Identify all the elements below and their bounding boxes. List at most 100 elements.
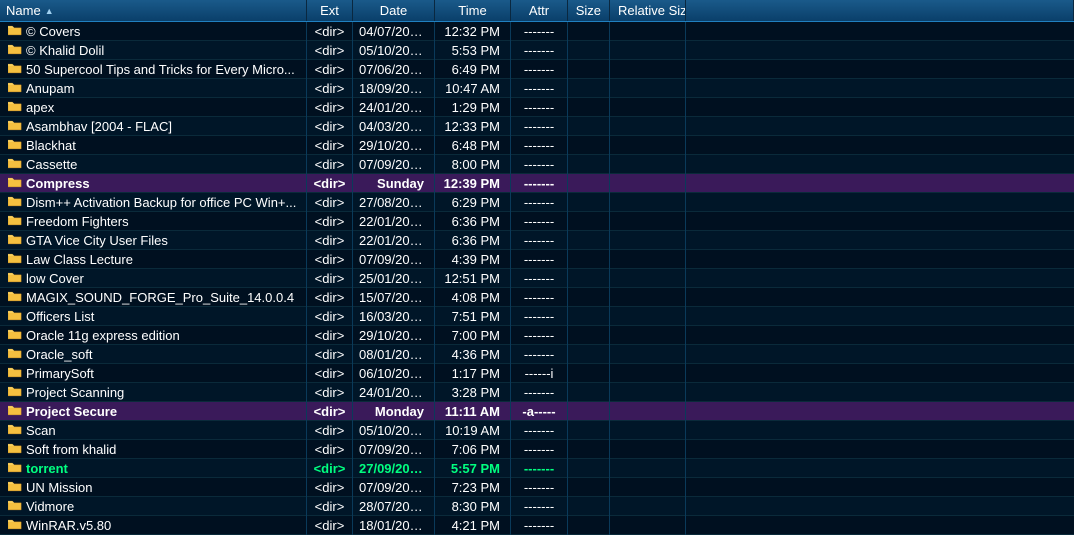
header-name-label: Name xyxy=(6,3,41,18)
table-row[interactable]: Oracle 11g express edition<dir>29/10/202… xyxy=(0,326,1074,345)
cell-date: 22/01/2021 xyxy=(353,231,435,250)
header-attr[interactable]: Attr xyxy=(511,0,568,21)
folder-icon xyxy=(8,195,26,210)
cell-ext: <dir> xyxy=(307,41,353,60)
file-name-label: UN Mission xyxy=(26,480,92,495)
folder-icon xyxy=(8,328,26,343)
cell-attr: -a----- xyxy=(511,402,568,421)
table-row[interactable]: Vidmore<dir>28/07/20218:30 PM------- xyxy=(0,497,1074,516)
file-name-label: Oracle_soft xyxy=(26,347,92,362)
header-size[interactable]: Size xyxy=(568,0,610,21)
cell-name: PrimarySoft xyxy=(0,364,307,383)
table-row[interactable]: apex<dir>24/01/20211:29 PM------- xyxy=(0,98,1074,117)
cell-name: Vidmore xyxy=(0,497,307,516)
table-row[interactable]: GTA Vice City User Files<dir>22/01/20216… xyxy=(0,231,1074,250)
table-row[interactable]: Project Secure<dir>Monday11:11 AM-a----- xyxy=(0,402,1074,421)
table-row[interactable]: Blackhat<dir>29/10/20206:48 PM------- xyxy=(0,136,1074,155)
table-row[interactable]: Dism++ Activation Backup for office PC W… xyxy=(0,193,1074,212)
table-row[interactable]: Oracle_soft<dir>08/01/20194:36 PM------- xyxy=(0,345,1074,364)
cell-relsize xyxy=(610,523,686,527)
header-date[interactable]: Date xyxy=(353,0,435,21)
cell-relsize xyxy=(610,504,686,508)
cell-name: low Cover xyxy=(0,269,307,288)
cell-size xyxy=(568,29,610,33)
cell-size xyxy=(568,390,610,394)
table-row[interactable]: Soft from khalid<dir>07/09/20217:06 PM--… xyxy=(0,440,1074,459)
cell-attr: ------- xyxy=(511,22,568,41)
cell-filler xyxy=(686,143,1074,147)
cell-name: Asambhav [2004 - FLAC] xyxy=(0,117,307,136)
table-row[interactable]: © Khalid Dolil<dir>05/10/20215:53 PM----… xyxy=(0,41,1074,60)
table-row[interactable]: Compress<dir>Sunday12:39 PM------- xyxy=(0,174,1074,193)
table-row[interactable]: Asambhav [2004 - FLAC]<dir>04/03/202112:… xyxy=(0,117,1074,136)
cell-ext: <dir> xyxy=(307,155,353,174)
cell-attr: ------- xyxy=(511,117,568,136)
table-row[interactable]: Law Class Lecture<dir>07/09/20214:39 PM-… xyxy=(0,250,1074,269)
table-row[interactable]: 50 Supercool Tips and Tricks for Every M… xyxy=(0,60,1074,79)
cell-time: 12:32 PM xyxy=(435,22,511,41)
cell-date: 07/09/2021 xyxy=(353,440,435,459)
folder-icon xyxy=(8,138,26,153)
cell-filler xyxy=(686,333,1074,337)
table-row[interactable]: WinRAR.v5.80<dir>18/01/20214:21 PM------… xyxy=(0,516,1074,535)
cell-size xyxy=(568,333,610,337)
table-row[interactable]: UN Mission<dir>07/09/20217:23 PM------- xyxy=(0,478,1074,497)
folder-icon xyxy=(8,480,26,495)
header-time[interactable]: Time xyxy=(435,0,511,21)
cell-time: 12:51 PM xyxy=(435,269,511,288)
cell-filler xyxy=(686,390,1074,394)
cell-ext: <dir> xyxy=(307,79,353,98)
cell-filler xyxy=(686,238,1074,242)
header-ext[interactable]: Ext xyxy=(307,0,353,21)
header-name[interactable]: Name ▲ xyxy=(0,0,307,21)
cell-relsize xyxy=(610,200,686,204)
cell-attr: ------- xyxy=(511,497,568,516)
table-row[interactable]: MAGIX_SOUND_FORGE_Pro_Suite_14.0.0.4<dir… xyxy=(0,288,1074,307)
cell-ext: <dir> xyxy=(307,22,353,41)
cell-ext: <dir> xyxy=(307,288,353,307)
cell-time: 12:33 PM xyxy=(435,117,511,136)
cell-relsize xyxy=(610,219,686,223)
table-row[interactable]: Freedom Fighters<dir>22/01/20216:36 PM--… xyxy=(0,212,1074,231)
table-row[interactable]: PrimarySoft<dir>06/10/20211:17 PM------i xyxy=(0,364,1074,383)
table-row[interactable]: Anupam<dir>18/09/202010:47 AM------- xyxy=(0,79,1074,98)
table-row[interactable]: torrent<dir>27/09/20215:57 PM------- xyxy=(0,459,1074,478)
cell-date: 08/01/2019 xyxy=(353,345,435,364)
table-row[interactable]: Cassette<dir>07/09/20218:00 PM------- xyxy=(0,155,1074,174)
cell-time: 6:36 PM xyxy=(435,231,511,250)
cell-name: Project Secure xyxy=(0,402,307,421)
cell-attr: ------- xyxy=(511,60,568,79)
cell-date: 15/07/2020 xyxy=(353,288,435,307)
folder-icon xyxy=(8,499,26,514)
file-name-label: Compress xyxy=(26,176,90,191)
cell-relsize xyxy=(610,181,686,185)
cell-name: Oracle_soft xyxy=(0,345,307,364)
cell-ext: <dir> xyxy=(307,516,353,535)
table-row[interactable]: Officers List<dir>16/03/20217:51 PM-----… xyxy=(0,307,1074,326)
cell-name: GTA Vice City User Files xyxy=(0,231,307,250)
cell-filler xyxy=(686,257,1074,261)
table-row[interactable]: Scan<dir>05/10/202110:19 AM------- xyxy=(0,421,1074,440)
table-row[interactable]: low Cover<dir>25/01/202112:51 PM------- xyxy=(0,269,1074,288)
table-row[interactable]: Project Scanning<dir>24/01/20213:28 PM--… xyxy=(0,383,1074,402)
cell-filler xyxy=(686,276,1074,280)
cell-date: 28/07/2021 xyxy=(353,497,435,516)
header-relsize[interactable]: Relative Size xyxy=(610,0,686,21)
cell-time: 5:53 PM xyxy=(435,41,511,60)
table-row[interactable]: © Covers<dir>04/07/202112:32 PM------- xyxy=(0,22,1074,41)
cell-name: UN Mission xyxy=(0,478,307,497)
cell-time: 4:21 PM xyxy=(435,516,511,535)
cell-relsize xyxy=(610,276,686,280)
file-name-label: apex xyxy=(26,100,54,115)
cell-name: MAGIX_SOUND_FORGE_Pro_Suite_14.0.0.4 xyxy=(0,288,307,307)
cell-name: Cassette xyxy=(0,155,307,174)
cell-name: Dism++ Activation Backup for office PC W… xyxy=(0,193,307,212)
cell-attr: ------- xyxy=(511,288,568,307)
table-header-row: Name ▲ Ext Date Time Attr Size Relative … xyxy=(0,0,1074,22)
cell-attr: ------- xyxy=(511,516,568,535)
folder-icon xyxy=(8,404,26,419)
cell-attr: ------- xyxy=(511,440,568,459)
cell-attr: ------- xyxy=(511,98,568,117)
cell-time: 8:00 PM xyxy=(435,155,511,174)
cell-time: 3:28 PM xyxy=(435,383,511,402)
